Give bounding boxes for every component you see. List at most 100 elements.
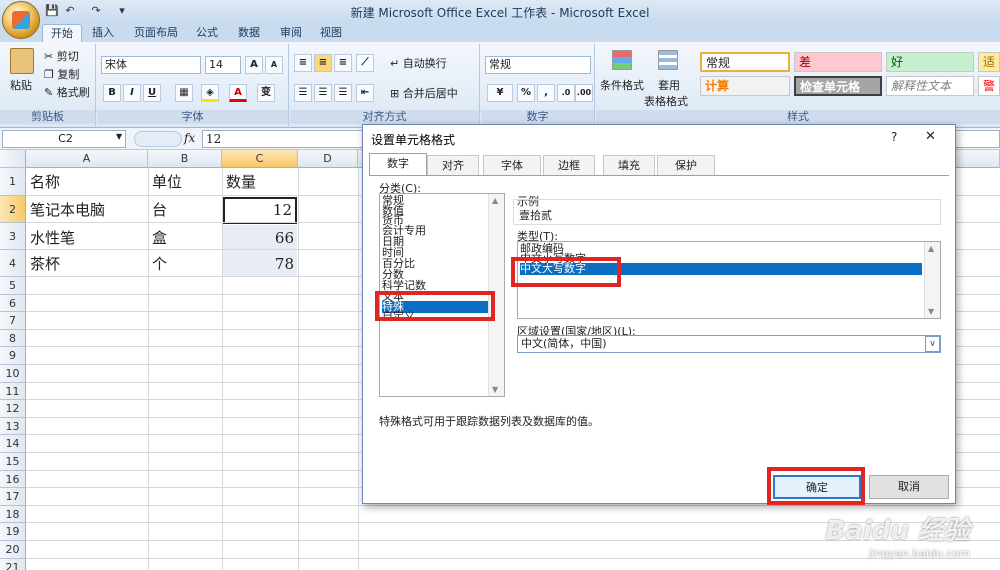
- row-header[interactable]: 18: [0, 505, 26, 524]
- row-header[interactable]: 17: [0, 488, 26, 506]
- close-icon[interactable]: ✕: [925, 129, 936, 144]
- align-center-icon[interactable]: ☰: [314, 84, 332, 102]
- style-warning[interactable]: 警告: [978, 76, 1000, 96]
- row-header[interactable]: 13: [0, 417, 26, 436]
- tab-data[interactable]: 数据: [230, 24, 268, 42]
- cell-b4[interactable]: 个: [149, 251, 170, 277]
- style-calculation[interactable]: 计算: [700, 76, 790, 96]
- tab-number[interactable]: 数字: [369, 153, 427, 176]
- comma-button[interactable]: ,: [537, 84, 555, 102]
- tab-home[interactable]: 开始: [42, 24, 82, 42]
- name-box[interactable]: C2: [2, 130, 126, 148]
- help-button[interactable]: ?: [891, 130, 897, 144]
- row-header[interactable]: 19: [0, 523, 26, 541]
- increase-decimal-icon[interactable]: .0: [557, 84, 575, 102]
- column-header-a[interactable]: A: [26, 150, 148, 168]
- row-header[interactable]: 9: [0, 347, 26, 365]
- font-color-button[interactable]: A: [229, 84, 247, 102]
- table-format-label-1[interactable]: 套用: [658, 78, 680, 94]
- cell-c4[interactable]: 78: [223, 251, 297, 277]
- row-header[interactable]: 5: [0, 277, 26, 295]
- scroll-up-icon[interactable]: ▲: [492, 196, 498, 205]
- select-all-corner[interactable]: [0, 150, 26, 168]
- font-name-select[interactable]: 宋体: [101, 56, 201, 74]
- row-header[interactable]: 11: [0, 382, 26, 401]
- align-left-icon[interactable]: ☰: [294, 84, 312, 102]
- tab-fill[interactable]: 填充: [603, 155, 655, 175]
- column-header-b[interactable]: B: [148, 150, 222, 168]
- row-header[interactable]: 3: [0, 223, 26, 250]
- cut-button[interactable]: ✂ 剪切: [44, 49, 79, 65]
- cell-a4[interactable]: 茶杯: [27, 251, 63, 277]
- style-neutral[interactable]: 适中: [978, 52, 1000, 72]
- format-painter-button[interactable]: ✎ 格式刷: [44, 85, 90, 101]
- decrease-decimal-icon[interactable]: .00: [575, 84, 593, 102]
- italic-button[interactable]: I: [123, 84, 141, 102]
- style-explanatory[interactable]: 解释性文本: [886, 76, 974, 96]
- cell-b1[interactable]: 单位: [149, 169, 185, 195]
- row-header[interactable]: 10: [0, 365, 26, 383]
- row-header[interactable]: 21: [0, 558, 26, 570]
- cancel-button[interactable]: 取消: [869, 475, 949, 499]
- tab-page-layout[interactable]: 页面布局: [126, 24, 186, 42]
- row-header[interactable]: 6: [0, 294, 26, 313]
- type-scrollbar[interactable]: ▲ ▼: [924, 242, 940, 318]
- tab-view[interactable]: 视图: [312, 24, 350, 42]
- conditional-format-button[interactable]: 条件格式: [600, 78, 644, 94]
- cell-b2[interactable]: 台: [149, 197, 170, 223]
- bold-button[interactable]: B: [103, 84, 121, 102]
- align-bottom-icon[interactable]: ≡: [334, 54, 352, 72]
- style-good[interactable]: 好: [886, 52, 974, 72]
- cell-c2[interactable]: 12: [223, 197, 297, 224]
- copy-button[interactable]: ❐ 复制: [44, 67, 79, 83]
- cell-a3[interactable]: 水性笔: [27, 225, 78, 251]
- office-button[interactable]: [2, 1, 40, 39]
- paste-icon[interactable]: [10, 48, 34, 74]
- row-header[interactable]: 15: [0, 453, 26, 471]
- row-header[interactable]: 14: [0, 435, 26, 453]
- tab-alignment[interactable]: 对齐: [427, 155, 479, 175]
- tab-protection[interactable]: 保护: [657, 155, 715, 175]
- border-icon[interactable]: ▦: [175, 84, 193, 102]
- grow-font-button[interactable]: A: [245, 56, 263, 74]
- merge-center-button[interactable]: ⊞ 合并后居中: [390, 86, 458, 102]
- percent-button[interactable]: %: [517, 84, 535, 102]
- tab-border[interactable]: 边框: [543, 155, 595, 175]
- cell-b3[interactable]: 盒: [149, 225, 170, 251]
- tab-review[interactable]: 审阅: [272, 24, 310, 42]
- fill-color-icon[interactable]: ◈: [201, 84, 219, 102]
- cell-c3[interactable]: 66: [223, 225, 297, 251]
- row-header[interactable]: 20: [0, 541, 26, 559]
- style-bad[interactable]: 差: [794, 52, 882, 72]
- style-check-cell[interactable]: 检查单元格: [794, 76, 882, 96]
- align-right-icon[interactable]: ☰: [334, 84, 352, 102]
- row-header[interactable]: 16: [0, 470, 26, 489]
- font-size-select[interactable]: 14: [205, 56, 241, 74]
- name-box-dropdown-icon[interactable]: ▼: [116, 132, 122, 141]
- orientation-icon[interactable]: ⟋: [356, 54, 374, 72]
- underline-button[interactable]: U: [143, 84, 161, 102]
- locale-select[interactable]: 中文(简体，中国): [517, 335, 941, 353]
- tab-font[interactable]: 字体: [483, 155, 541, 175]
- tab-insert[interactable]: 插入: [84, 24, 122, 42]
- scroll-down-icon[interactable]: ▼: [492, 385, 498, 394]
- row-header[interactable]: 4: [0, 250, 26, 277]
- tab-formulas[interactable]: 公式: [188, 24, 226, 42]
- row-header[interactable]: 1: [0, 168, 26, 196]
- phonetic-button[interactable]: 变: [257, 84, 275, 102]
- row-header[interactable]: 12: [0, 400, 26, 418]
- wrap-text-button[interactable]: ↵ 自动换行: [390, 56, 447, 72]
- scroll-up-icon[interactable]: ▲: [928, 244, 934, 253]
- row-header[interactable]: 8: [0, 329, 26, 348]
- cell-a1[interactable]: 名称: [27, 169, 63, 195]
- chevron-down-icon[interactable]: ∨: [925, 336, 940, 352]
- style-normal[interactable]: 常规: [700, 52, 790, 72]
- indent-icon[interactable]: ⇤: [356, 84, 374, 102]
- column-header-d[interactable]: D: [298, 150, 358, 168]
- number-format-select[interactable]: 常规: [485, 56, 591, 74]
- cell-a2[interactable]: 笔记本电脑: [27, 197, 108, 223]
- shrink-font-button[interactable]: A: [265, 56, 283, 74]
- align-middle-icon[interactable]: ≡: [314, 54, 332, 72]
- table-format-label-2[interactable]: 表格格式: [644, 94, 688, 110]
- paste-button[interactable]: 粘贴: [10, 78, 32, 94]
